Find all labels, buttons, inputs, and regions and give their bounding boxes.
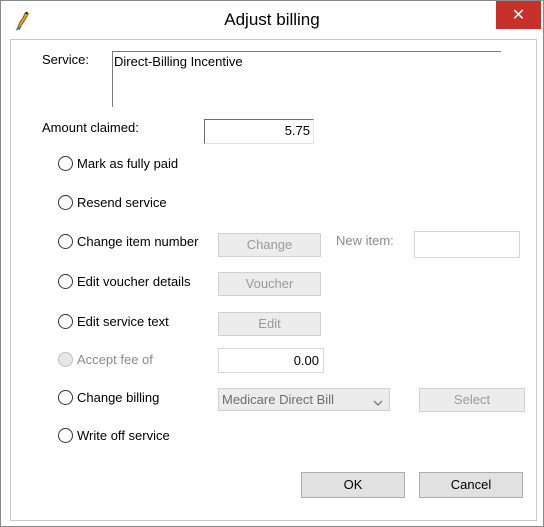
select-button[interactable]: Select bbox=[419, 388, 525, 412]
change-button[interactable]: Change bbox=[218, 233, 321, 257]
cancel-button[interactable]: Cancel bbox=[419, 472, 523, 498]
option-label: Write off service bbox=[77, 428, 170, 443]
radio-button[interactable] bbox=[58, 428, 73, 443]
ok-button-label: OK bbox=[343, 477, 363, 492]
close-icon: ✕ bbox=[511, 5, 526, 24]
ok-button[interactable]: OK bbox=[301, 472, 405, 498]
radio-button[interactable] bbox=[58, 390, 73, 405]
radio-button[interactable] bbox=[58, 274, 73, 289]
voucher-button-label: Voucher bbox=[245, 276, 294, 291]
option-label: Mark as fully paid bbox=[77, 156, 179, 171]
radio-button[interactable] bbox=[58, 314, 73, 329]
accept-fee-value: 0.00 bbox=[293, 353, 319, 368]
service-label: Service: bbox=[42, 52, 89, 67]
billing-select-value: Medicare Direct Bill bbox=[222, 392, 334, 407]
option-label: Edit service text bbox=[77, 314, 169, 329]
new-item-field[interactable] bbox=[414, 231, 520, 258]
service-value: Direct-Billing Incentive bbox=[114, 54, 243, 69]
title-bar: Adjust billing ✕ bbox=[1, 1, 543, 39]
adjust-billing-dialog: Adjust billing ✕ Service: Direct-Billing… bbox=[0, 0, 544, 527]
change-button-label: Change bbox=[246, 237, 293, 252]
new-item-label: New item: bbox=[336, 233, 394, 248]
service-text-box: Direct-Billing Incentive bbox=[112, 51, 501, 107]
option-label: Change billing bbox=[77, 390, 160, 405]
accept-fee-field[interactable]: 0.00 bbox=[218, 348, 324, 373]
voucher-button[interactable]: Voucher bbox=[218, 272, 321, 296]
radio-button[interactable] bbox=[58, 156, 73, 171]
option-label: Change item number bbox=[77, 234, 199, 249]
amount-claimed-label: Amount claimed: bbox=[42, 120, 139, 135]
radio-button[interactable] bbox=[58, 195, 73, 210]
chevron-down-icon bbox=[373, 395, 383, 406]
option-label: Accept fee of bbox=[77, 352, 153, 367]
edit-button-label: Edit bbox=[258, 316, 281, 331]
option-label: Resend service bbox=[77, 195, 167, 210]
option-label: Edit voucher details bbox=[77, 274, 191, 289]
window-title: Adjust billing bbox=[224, 10, 320, 29]
amount-claimed-field: 5.75 bbox=[204, 119, 314, 144]
select-button-label: Select bbox=[453, 392, 491, 407]
edit-button[interactable]: Edit bbox=[218, 312, 321, 336]
close-button[interactable]: ✕ bbox=[496, 1, 541, 29]
billing-select[interactable]: Medicare Direct Bill bbox=[218, 388, 390, 411]
cancel-button-label: Cancel bbox=[450, 477, 492, 492]
radio-button[interactable] bbox=[58, 234, 73, 249]
radio-button bbox=[58, 352, 73, 367]
amount-claimed-value: 5.75 bbox=[284, 123, 310, 138]
